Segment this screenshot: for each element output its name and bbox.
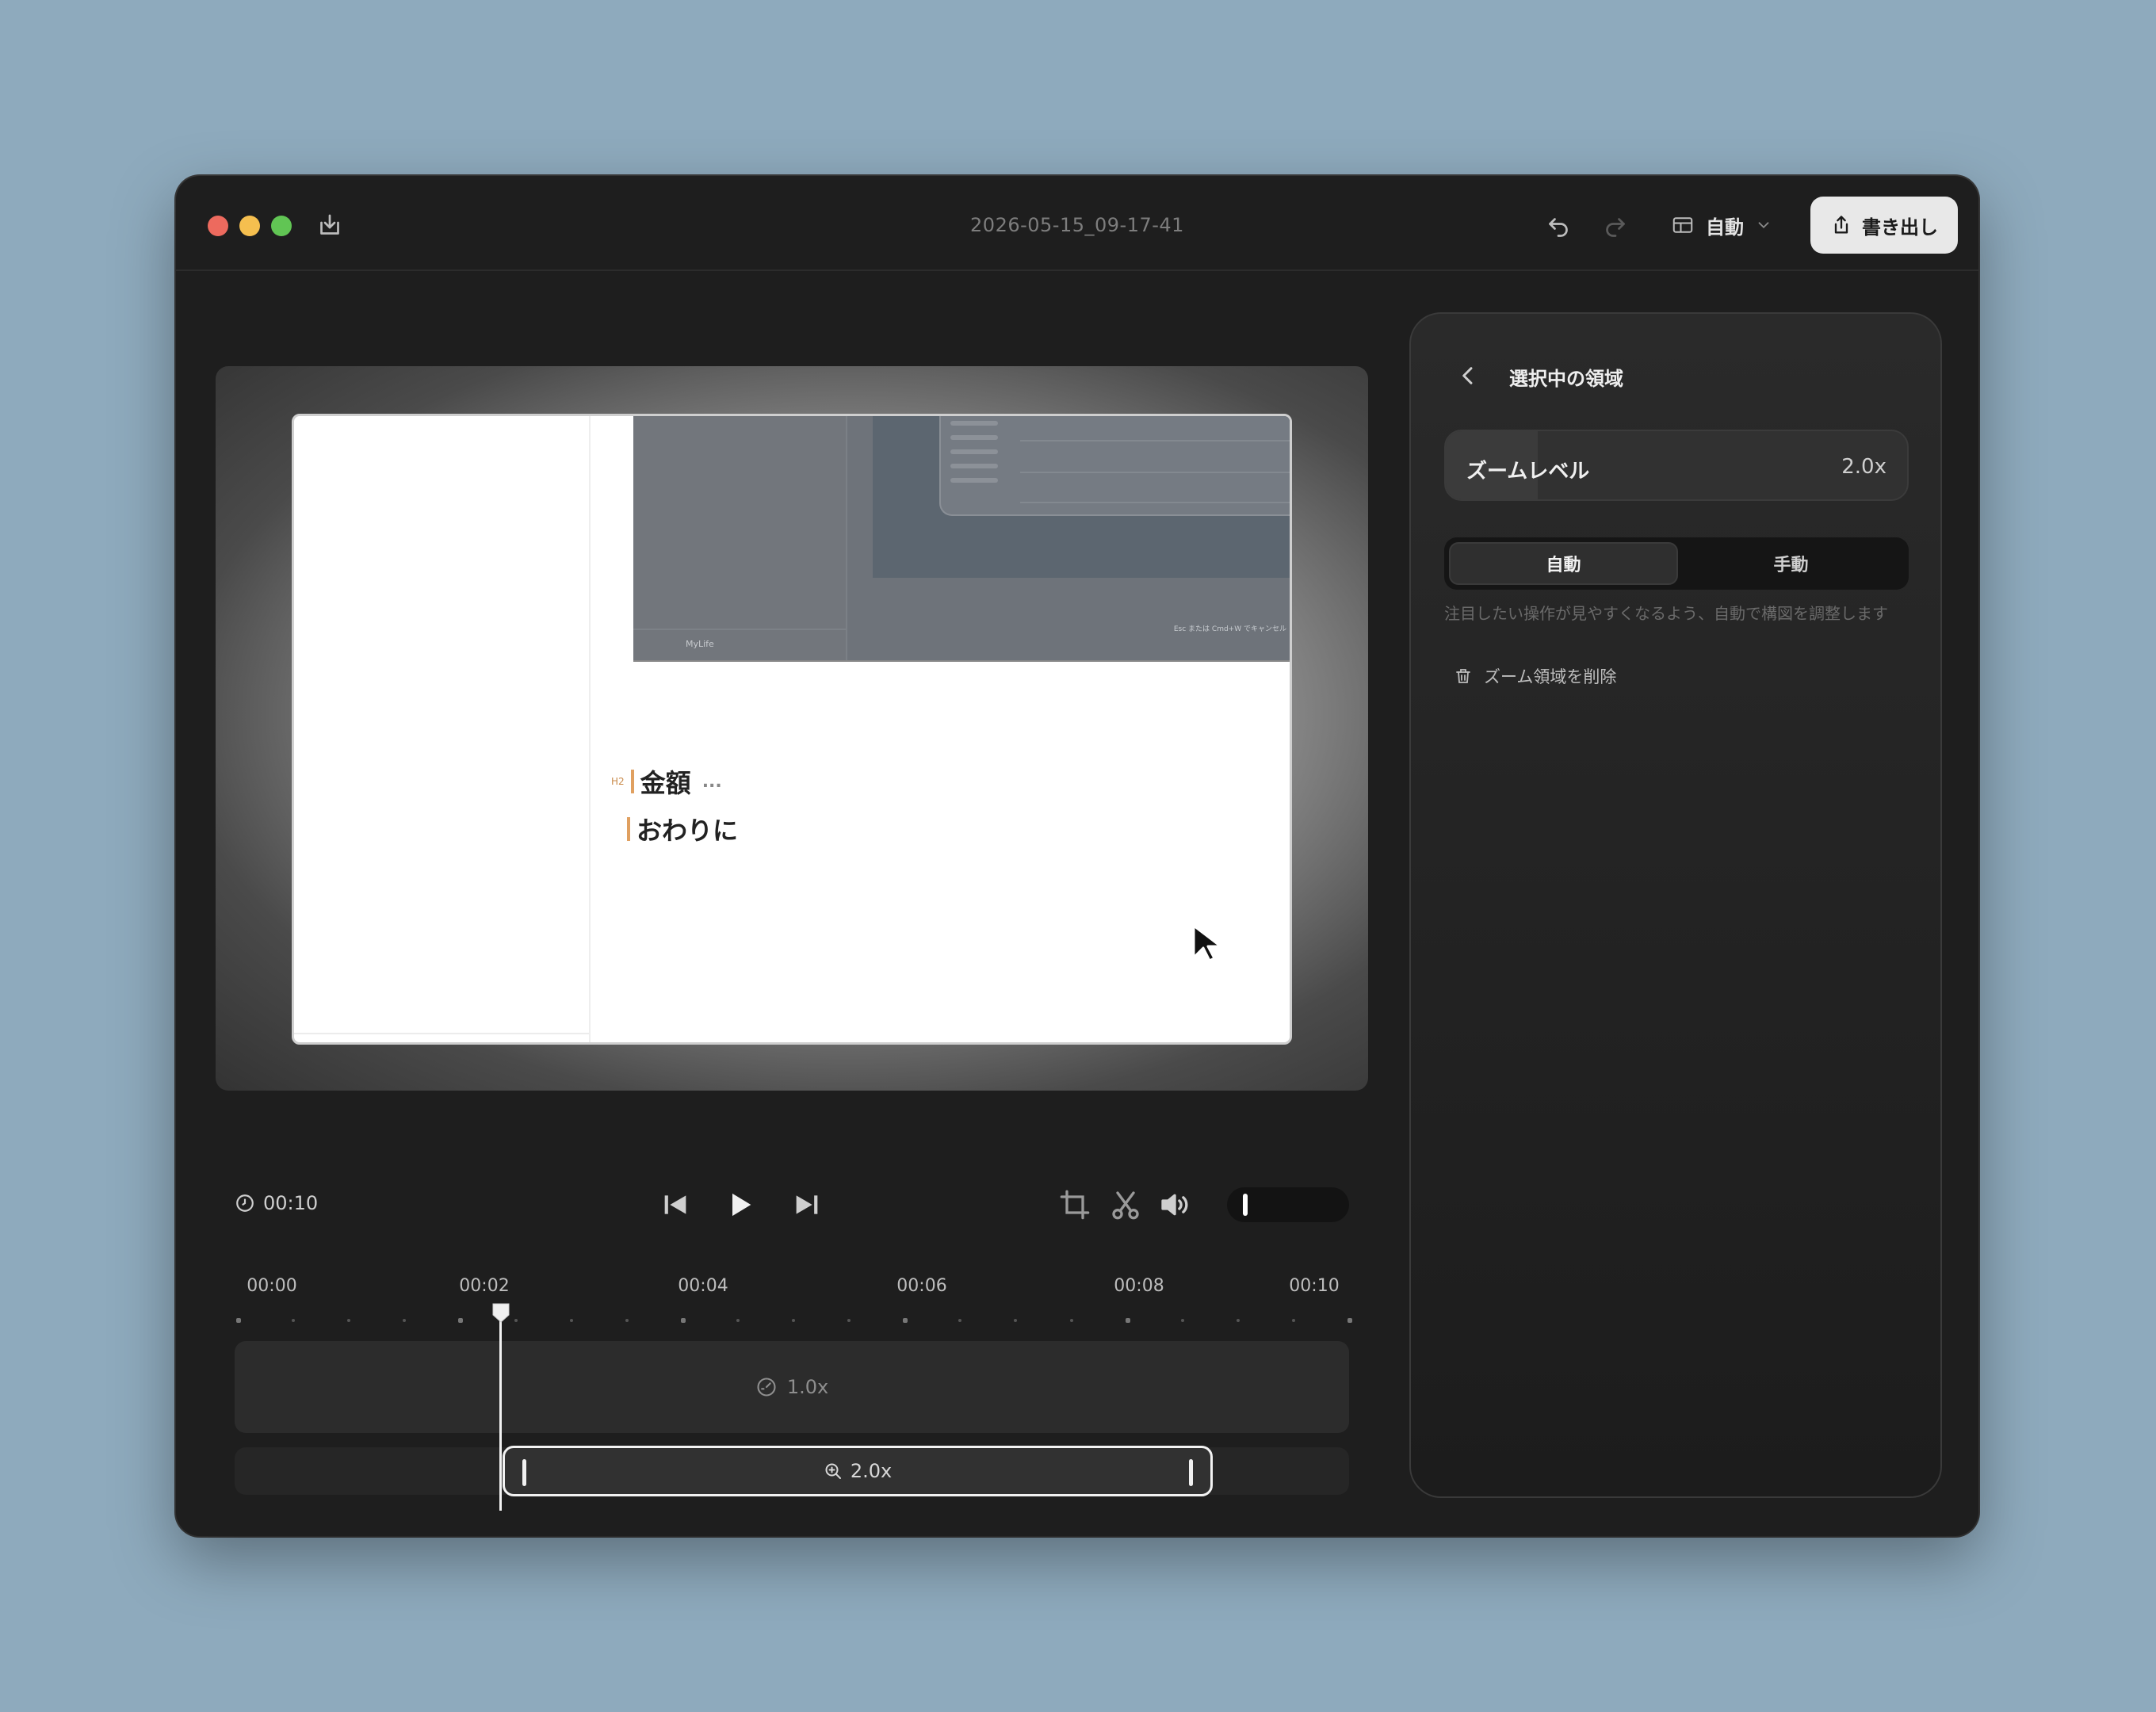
zoom-segment-start-handle[interactable] (522, 1459, 526, 1486)
duration-display: 00:10 (235, 1192, 318, 1214)
ruler-tick (1069, 1319, 1073, 1322)
ruler-tick (236, 1318, 241, 1323)
ruler-tick (958, 1319, 962, 1322)
ruler-tick (1125, 1318, 1130, 1323)
zoom-segment-label: 2.0x (850, 1460, 893, 1482)
zoom-segment[interactable]: 2.0x (503, 1446, 1213, 1496)
layout-mode-label: 自動 (1706, 216, 1744, 239)
nested-card (939, 416, 1290, 516)
zoom-level-value: 2.0x (1841, 455, 1886, 479)
ruler-tick (1236, 1319, 1240, 1322)
panel-title: 選択中の領域 (1509, 368, 1623, 390)
cursor-icon (1192, 924, 1222, 962)
ruler-tick (1180, 1319, 1184, 1322)
document-subheading: おわりに (627, 811, 738, 847)
ruler-tick (292, 1319, 296, 1322)
speed-label: 1.0x (786, 1376, 829, 1398)
heading-tag: H2 (611, 776, 625, 787)
back-chevron-icon[interactable] (1455, 363, 1481, 388)
volume-icon[interactable] (1159, 1189, 1191, 1221)
mode-hint-text: 注目したい操作が見やすくなるよう、自動で構図を調整します (1444, 604, 1888, 623)
crop-icon[interactable] (1059, 1189, 1091, 1221)
zoom-level-slider[interactable]: ズームレベル 2.0x (1444, 430, 1909, 501)
speed-gauge-icon (757, 1378, 776, 1397)
ruler-tick (903, 1318, 908, 1323)
recorded-screen: MyLife Esc または Cmd+W でキャンセル H2 金額 ... おわ… (292, 414, 1292, 1045)
tick-label: 00:06 (896, 1276, 947, 1296)
nested-inner-window (873, 416, 1290, 578)
share-icon (1834, 216, 1848, 234)
clock-icon (236, 1194, 254, 1212)
ruler-tick (458, 1318, 464, 1323)
speed-track[interactable]: 1.0x (235, 1341, 1349, 1433)
editor-window: 2026-05-15_09-17-41 自動 書き出し MyLife Esc ま… (176, 176, 1978, 1536)
duration-text: 00:10 (263, 1192, 319, 1214)
nested-sidebar: MyLife (633, 416, 847, 660)
export-label: 書き出し (1862, 216, 1938, 239)
zoom-mode-segmented-control: 自動 手動 (1444, 537, 1909, 590)
undo-icon[interactable] (1544, 211, 1573, 239)
ruler-tick (1014, 1319, 1018, 1322)
play-icon[interactable] (724, 1189, 756, 1221)
layout-mode-select[interactable]: 自動 (1671, 209, 1772, 241)
ruler-tick (569, 1319, 573, 1322)
ruler-tick (680, 1318, 686, 1323)
export-button[interactable]: 書き出し (1810, 197, 1958, 254)
heading-text: 金額 (640, 768, 691, 798)
nested-caption: Esc または Cmd+W でキャンセル (1173, 625, 1286, 633)
volume-slider[interactable] (1227, 1187, 1349, 1222)
tick-label: 00:08 (1114, 1276, 1164, 1296)
mode-manual-option[interactable]: 手動 (1678, 542, 1904, 585)
mode-auto-option[interactable]: 自動 (1449, 542, 1678, 585)
ruler-tick (1291, 1319, 1295, 1322)
tick-label: 00:04 (678, 1276, 728, 1296)
title-bar: 2026-05-15_09-17-41 自動 書き出し (176, 176, 1978, 271)
recorded-left-pane (294, 416, 591, 1042)
nested-screenshot: MyLife Esc または Cmd+W でキャンセル (633, 416, 1290, 662)
heading-more: ... (701, 771, 722, 792)
ruler-tick (736, 1319, 740, 1322)
layout-icon (1672, 217, 1693, 233)
playhead-handle[interactable] (490, 1301, 512, 1324)
subheading-text: おわりに (636, 816, 739, 846)
tick-label: 00:02 (459, 1276, 510, 1296)
ruler-tick (514, 1319, 518, 1322)
video-preview[interactable]: MyLife Esc または Cmd+W でキャンセル H2 金額 ... おわ… (216, 366, 1368, 1091)
zoom-level-label: ズームレベル (1466, 460, 1590, 483)
playhead-line[interactable] (499, 1316, 502, 1511)
inspector-panel: 選択中の領域 ズームレベル 2.0x 自動 手動 注目したい操作が見やすくなるよ… (1409, 312, 1942, 1498)
delete-zoom-region-button[interactable]: ズーム領域を削除 (1454, 664, 1616, 688)
zoom-segment-end-handle[interactable] (1189, 1459, 1193, 1486)
nested-footer-text: MyLife (686, 639, 714, 649)
skip-back-icon[interactable] (659, 1189, 691, 1221)
volume-slider-knob[interactable] (1243, 1194, 1248, 1216)
redo-icon[interactable] (1601, 211, 1630, 239)
ruler-tick (403, 1319, 407, 1322)
skip-forward-icon[interactable] (791, 1189, 823, 1221)
delete-zoom-region-label: ズーム領域を削除 (1484, 667, 1617, 686)
ruler-tick (847, 1319, 851, 1322)
ruler-tick (625, 1319, 629, 1322)
ruler-tick (792, 1319, 795, 1322)
tick-label: 00:10 (1289, 1276, 1340, 1296)
ruler-tick (1348, 1318, 1352, 1323)
tick-label: 00:00 (247, 1276, 297, 1296)
trash-icon (1456, 669, 1470, 683)
ruler-tick (347, 1319, 351, 1322)
scissors-icon[interactable] (1110, 1189, 1141, 1221)
zoom-in-icon (825, 1463, 841, 1479)
chevron-down-icon (1758, 222, 1769, 229)
document-heading: H2 金額 ... (611, 763, 722, 800)
